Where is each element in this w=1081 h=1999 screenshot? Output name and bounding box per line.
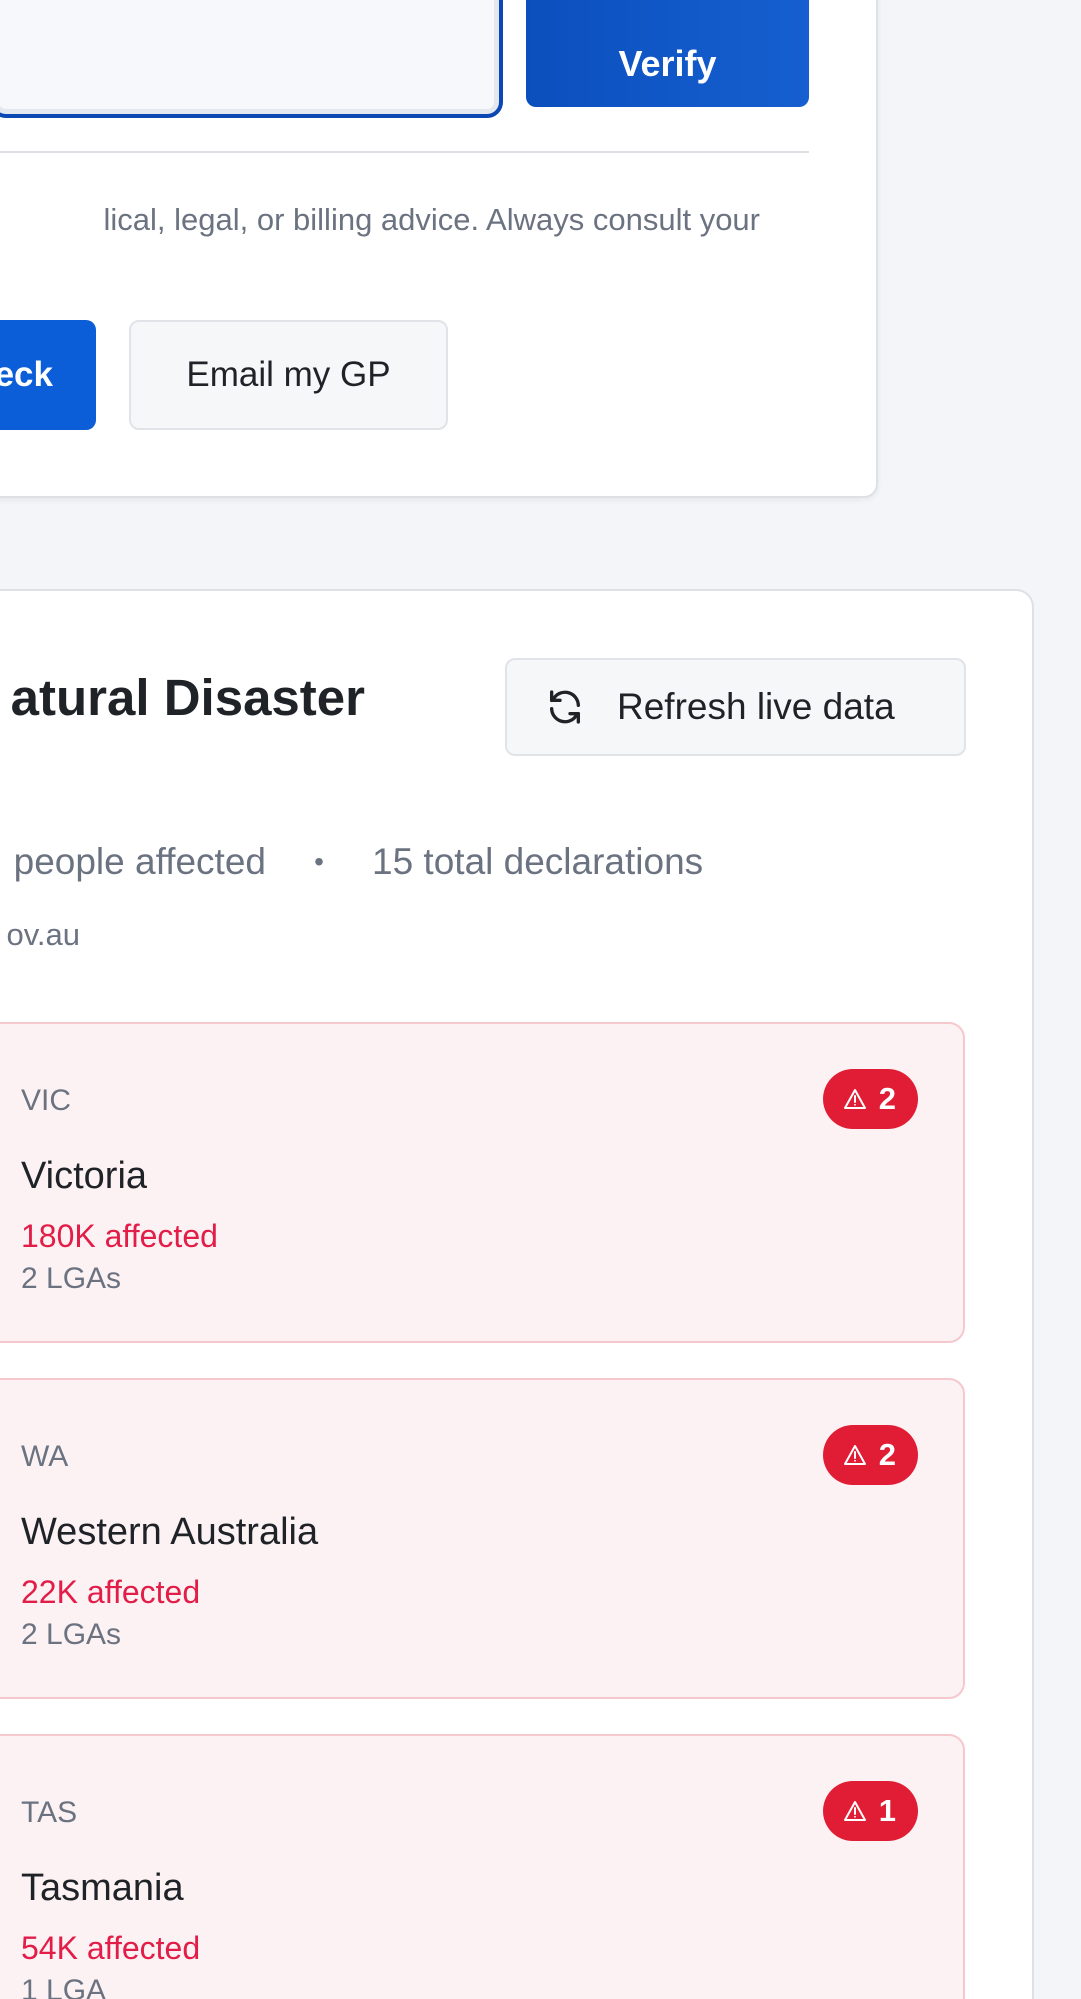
total-declarations-stat: 15 total declarations	[372, 841, 704, 882]
alert-count: 2	[878, 1437, 896, 1472]
state-affected-count: 54K affected	[21, 1930, 201, 1966]
refresh-button-label: Refresh live data	[617, 686, 895, 727]
state-lga-count: 1 LGA	[21, 1974, 107, 1999]
state-name: Victoria	[21, 1155, 148, 1197]
state-affected-count: 180K affected	[21, 1218, 218, 1254]
warning-triangle-icon	[843, 1800, 867, 1822]
warning-triangle-icon	[843, 1088, 867, 1110]
page: Verify lical, legal, or billing advice. …	[0, 0, 1081, 1999]
refresh-icon	[543, 685, 587, 729]
recheck-button-label: eck	[0, 355, 53, 394]
code-input[interactable]	[0, 0, 503, 118]
divider	[0, 151, 809, 153]
state-code: VIC	[21, 1084, 72, 1117]
alert-count-badge: 2	[822, 1425, 918, 1485]
data-source: ov.au	[6, 917, 80, 952]
alert-count: 2	[878, 1081, 896, 1116]
state-lga-count: 2 LGAs	[21, 1262, 122, 1295]
state-card-tas[interactable]: TAS Tasmania 54K affected 1 LGA 1	[0, 1734, 965, 1999]
state-name: Tasmania	[21, 1867, 184, 1909]
state-code: TAS	[21, 1796, 78, 1829]
state-code: WA	[21, 1440, 69, 1473]
alert-count-badge: 1	[822, 1781, 918, 1841]
state-card-wa[interactable]: WA Western Australia 22K affected 2 LGAs…	[0, 1378, 965, 1699]
verify-button[interactable]: Verify	[526, 0, 809, 107]
people-affected-stat: people affected	[13, 841, 266, 882]
summary-stats: people affected • 15 total declarations	[0, 841, 704, 883]
warning-triangle-icon	[843, 1444, 867, 1466]
section-title: atural Disaster	[10, 669, 365, 726]
disclaimer-text: lical, legal, or billing advice. Always …	[103, 202, 760, 237]
state-affected-count: 22K affected	[21, 1574, 201, 1610]
state-lga-count: 2 LGAs	[21, 1618, 122, 1651]
recheck-button[interactable]: eck	[0, 320, 96, 430]
email-gp-button[interactable]: Email my GP	[129, 320, 448, 430]
state-card-vic[interactable]: VIC Victoria 180K affected 2 LGAs 2	[0, 1022, 965, 1343]
verify-button-label: Verify	[618, 42, 717, 84]
alert-count-badge: 2	[822, 1069, 918, 1129]
separator-dot: •	[314, 846, 324, 877]
refresh-live-data-button[interactable]: Refresh live data	[505, 658, 966, 756]
state-name: Western Australia	[21, 1511, 319, 1553]
alert-count: 1	[878, 1793, 896, 1828]
email-gp-button-label: Email my GP	[186, 355, 391, 394]
